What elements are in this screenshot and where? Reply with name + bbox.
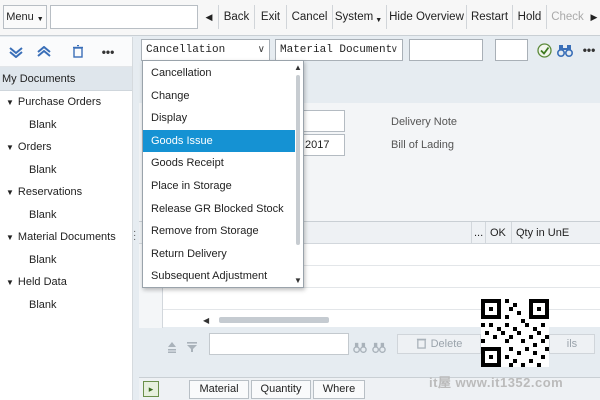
tab-where[interactable]: Where — [313, 380, 365, 399]
dropdown-option[interactable]: Change — [143, 85, 295, 108]
grid-horizontal-scrollbar[interactable]: ◀ — [203, 314, 503, 326]
expanded-triangle-icon: ▼ — [6, 98, 14, 107]
expanded-triangle-icon: ▼ — [6, 233, 14, 242]
action-select[interactable]: Cancellation ∨ — [141, 39, 270, 61]
system-button[interactable]: System ▼ — [332, 5, 384, 29]
tree-node-purchase-orders[interactable]: ▼ Purchase Orders — [0, 91, 132, 114]
bill-of-lading-label: Bill of Lading — [391, 139, 454, 151]
action-dropdown-list: Cancellation Change Display Goods Issue Good… — [142, 60, 304, 288]
exit-button[interactable]: Exit — [254, 5, 286, 29]
chevron-left-icon[interactable]: ◀ — [200, 5, 218, 29]
command-field[interactable] — [50, 5, 198, 29]
delete-label: Delete — [430, 338, 463, 350]
dropdown-option[interactable]: Place in Storage — [143, 175, 295, 198]
panel-splitter-handle[interactable]: · · · — [133, 227, 136, 245]
qr-code-image — [481, 299, 549, 367]
document-overview-panel: ••• My Documents ▼ Purchase Orders Blank … — [0, 37, 133, 400]
document-tree: ▼ Purchase Orders Blank ▼ Orders Blank ▼ Re… — [0, 91, 132, 316]
binoculars-icon[interactable] — [555, 40, 575, 60]
scrollbar-thumb[interactable] — [219, 317, 329, 323]
sort-ascending-icon — [163, 337, 181, 357]
expanded-triangle-icon: ▼ — [6, 143, 14, 152]
chevron-down-icon[interactable]: ▼ — [293, 276, 303, 285]
dropdown-option[interactable]: Cancellation — [143, 62, 295, 85]
app-window: Menu ▼ ◀ Back Exit Cancel System ▼ Hide … — [0, 0, 600, 400]
back-button[interactable]: Back — [218, 5, 254, 29]
tree-leaf[interactable]: Blank — [0, 159, 132, 182]
action-select-value: Cancellation — [146, 44, 226, 56]
dropdown-option[interactable]: Subsequent Adjustment — [143, 265, 295, 288]
dropdown-option[interactable]: Goods Receipt — [143, 152, 295, 175]
system-label: System — [334, 11, 374, 23]
tree-node-label: Purchase Orders — [17, 96, 102, 108]
expanded-triangle-icon: ▼ — [6, 188, 14, 197]
tree-leaf[interactable]: Blank — [0, 249, 132, 272]
document-year-input[interactable] — [495, 39, 528, 61]
watermark-text: it屋 www.it1352.com — [429, 375, 564, 390]
collapse-all-icon[interactable] — [4, 42, 28, 62]
scroll-left-icon[interactable]: ◀ — [203, 316, 213, 325]
chevron-down-icon: ∨ — [390, 44, 398, 55]
grid-header-ok[interactable]: OK — [485, 222, 511, 244]
tree-node-label: Material Documents — [17, 231, 116, 243]
execute-icon[interactable] — [534, 40, 554, 60]
tree-leaf[interactable]: Blank — [0, 114, 132, 137]
expanded-triangle-icon: ▼ — [6, 278, 14, 287]
chevron-up-icon[interactable]: ▲ — [293, 63, 303, 72]
check-button: Check — [546, 5, 588, 29]
scrollbar-thumb[interactable] — [296, 75, 300, 245]
tree-leaf[interactable]: Blank — [0, 294, 132, 317]
tree-node-label: Reservations — [17, 186, 83, 198]
document-number-input[interactable] — [409, 39, 483, 61]
tab-quantity[interactable]: Quantity — [251, 380, 311, 399]
dropdown-option[interactable]: Remove from Storage — [143, 220, 295, 243]
grid-search-input[interactable] — [209, 333, 349, 355]
dropdown-options: Cancellation Change Display Goods Issue Good… — [143, 62, 295, 288]
find-icon — [351, 337, 369, 357]
dropdown-option[interactable]: Release GR Blocked Stock — [143, 198, 295, 221]
delivery-note-label: Delivery Note — [391, 116, 458, 128]
cancel-button[interactable]: Cancel — [286, 5, 332, 29]
tab-material[interactable]: Material — [189, 380, 249, 399]
top-toolbar: Menu ▼ ◀ Back Exit Cancel System ▼ Hide … — [0, 0, 600, 36]
more-options-icon[interactable]: ••• — [96, 42, 120, 62]
menu-label: Menu — [6, 11, 34, 23]
tree-node-material-documents[interactable]: ▼ Material Documents — [0, 226, 132, 249]
trash-icon[interactable] — [66, 42, 90, 62]
tree-node-orders[interactable]: ▼ Orders — [0, 136, 132, 159]
tree-node-reservations[interactable]: ▼ Reservations — [0, 181, 132, 204]
filter-icon — [183, 337, 201, 357]
overview-toolbar: ••• — [0, 37, 132, 67]
tree-toggle-icon[interactable]: ▸ — [143, 381, 159, 397]
system-caret-icon: ▼ — [375, 16, 383, 24]
delete-button: Delete — [397, 334, 481, 354]
hold-button[interactable]: Hold — [512, 5, 546, 29]
dropdown-option[interactable]: Display — [143, 107, 295, 130]
restart-button[interactable]: Restart — [466, 5, 512, 29]
hide-overview-button[interactable]: Hide Overview — [386, 5, 466, 29]
reference-select[interactable]: Material Document ∨ — [275, 39, 403, 61]
grid-header-qty[interactable]: Qty in UnE — [511, 222, 600, 244]
details-button: ils — [549, 334, 595, 354]
chevron-right-icon[interactable]: ▶ — [588, 5, 600, 29]
more-options-icon[interactable]: ••• — [579, 40, 599, 60]
reference-select-value: Material Document — [280, 44, 393, 56]
tree-node-label: Held Data — [17, 276, 67, 288]
my-documents-title: My Documents — [0, 67, 132, 91]
menu-button[interactable]: Menu ▼ — [3, 5, 47, 29]
posting-date-field[interactable]: .2017 — [297, 134, 345, 156]
dropdown-scrollbar[interactable]: ▲ ▼ — [293, 61, 303, 287]
grid-header-cell[interactable]: ... — [471, 222, 485, 244]
find-next-icon — [370, 337, 388, 357]
chevron-down-icon: ∨ — [257, 44, 265, 55]
dropdown-option[interactable]: Return Delivery — [143, 243, 295, 266]
tree-leaf[interactable]: Blank — [0, 204, 132, 227]
tree-node-label: Orders — [17, 141, 52, 153]
menu-caret-icon: ▼ — [36, 15, 44, 23]
dropdown-option[interactable]: Goods Issue — [143, 129, 295, 153]
expand-all-icon[interactable] — [32, 42, 56, 62]
doc-date-field[interactable] — [297, 110, 345, 132]
tree-node-held-data[interactable]: ▼ Held Data — [0, 271, 132, 294]
trash-icon — [416, 337, 427, 352]
